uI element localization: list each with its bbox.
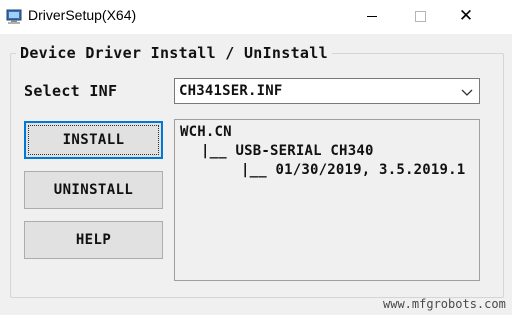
maximize-icon: [414, 10, 426, 22]
window-title: DriverSetup(X64): [28, 7, 137, 23]
focus-rectangle: [28, 125, 159, 155]
chevron-down-icon: [461, 89, 473, 96]
watermark-text: www.mfgrobots.com: [383, 297, 506, 311]
close-button[interactable]: ✕: [443, 0, 489, 32]
close-icon: ✕: [458, 6, 474, 26]
title-bar: DriverSetup(X64) ✕: [0, 0, 512, 34]
uninstall-button-label: UNINSTALL: [53, 182, 134, 198]
device-line: |__ USB-SERIAL CH340: [201, 143, 374, 159]
computer-icon: [6, 9, 22, 24]
inf-select-value: CH341SER.INF: [179, 83, 283, 99]
inf-select-dropdown[interactable]: CH341SER.INF: [174, 78, 480, 104]
uninstall-button[interactable]: UNINSTALL: [24, 171, 163, 209]
vendor-line: WCH.CN: [180, 124, 232, 140]
maximize-button[interactable]: [397, 0, 443, 32]
select-inf-label: Select INF: [24, 82, 118, 100]
minimize-icon: [367, 15, 377, 17]
driver-info-box: WCH.CN |__ USB-SERIAL CH340 |__ 01/30/20…: [174, 119, 480, 281]
minimize-button[interactable]: [349, 0, 395, 32]
help-button-label: HELP: [75, 232, 112, 248]
help-button[interactable]: HELP: [24, 221, 163, 259]
driver-setup-window: DriverSetup(X64) ✕ Device Driver Install…: [0, 0, 512, 315]
version-line: |__ 01/30/2019, 3.5.2019.1: [241, 162, 466, 178]
install-button[interactable]: INSTALL: [24, 121, 163, 159]
group-title: Device Driver Install / UnInstall: [16, 44, 332, 62]
